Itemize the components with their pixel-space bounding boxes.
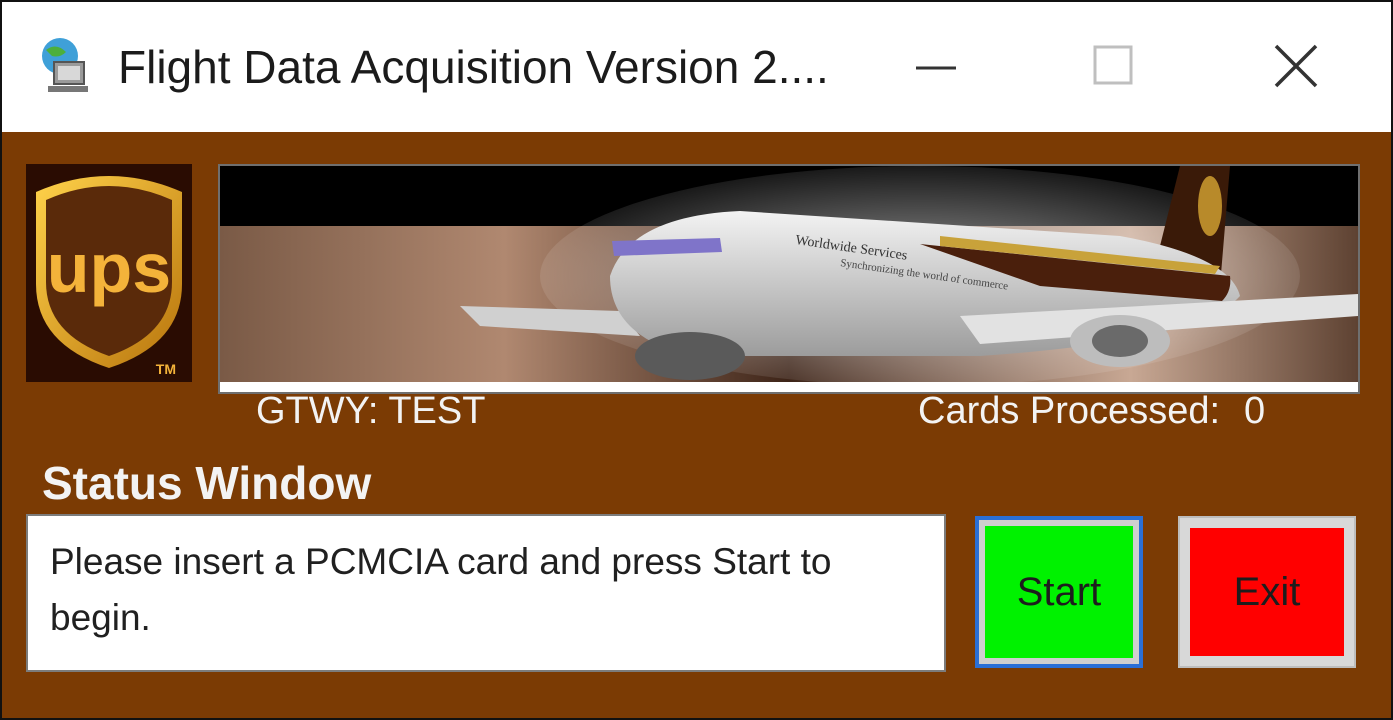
ups-shield-icon: ups TM [36, 176, 182, 377]
status-window-heading: Status Window [42, 457, 372, 509]
svg-text:ups: ups [47, 229, 171, 307]
app-window: Flight Data Acquisition Version 2.... up… [0, 0, 1393, 720]
status-window: Please insert a PCMCIA card and press St… [26, 514, 946, 672]
cards-processed: Cards Processed: 0 [918, 390, 1265, 433]
airplane-banner: Worldwide Services Synchronizing the wor… [218, 164, 1360, 394]
exit-button[interactable]: Exit [1178, 516, 1356, 668]
svg-text:TM: TM [156, 361, 176, 377]
status-message: Please insert a PCMCIA card and press St… [50, 541, 832, 638]
title-bar[interactable]: Flight Data Acquisition Version 2.... [2, 2, 1391, 132]
gateway-label: GTWY: TEST [256, 390, 486, 432]
window-title: Flight Data Acquisition Version 2.... [118, 41, 829, 93]
network-computer-icon [42, 38, 88, 92]
cargo-airplane-image: Worldwide Services Synchronizing the wor… [220, 166, 1358, 386]
cards-processed-label: Cards Processed: [918, 390, 1221, 432]
exit-button-label: Exit [1233, 569, 1301, 614]
ups-logo: ups TM [26, 164, 192, 382]
start-button-label: Start [1016, 569, 1102, 614]
close-icon[interactable] [1252, 22, 1342, 112]
minimize-icon[interactable] [890, 22, 980, 112]
start-button[interactable]: Start [975, 516, 1143, 668]
cards-processed-count: 0 [1244, 390, 1266, 432]
maximize-icon[interactable] [1068, 22, 1158, 112]
